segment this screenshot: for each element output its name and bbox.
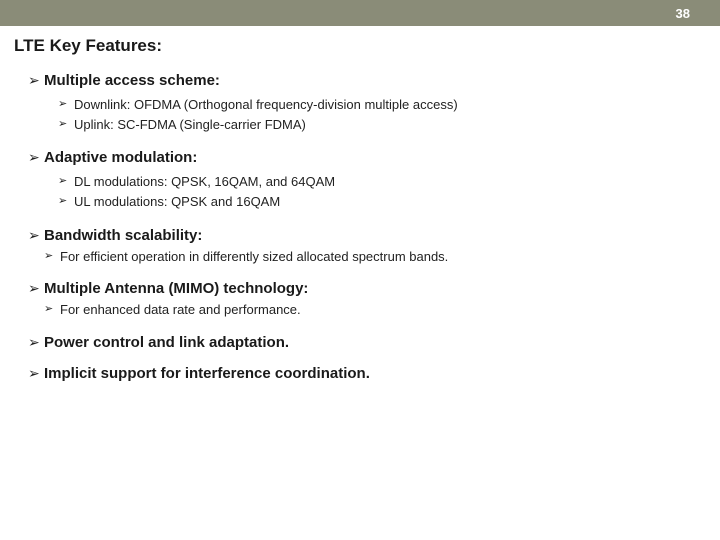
chevron-right-icon: ➢ (28, 227, 42, 244)
chevron-right-icon: ➢ (44, 301, 54, 320)
section-title: Implicit support for interference coordi… (44, 365, 370, 382)
section-title: Multiple access scheme: (44, 72, 220, 89)
item-text: Uplink: SC-FDMA (Single-carrier FDMA) (74, 115, 306, 135)
section-head: ➢ Multiple access scheme: (28, 72, 720, 89)
page-number: 38 (676, 6, 690, 21)
chevron-right-icon: ➢ (28, 365, 42, 382)
section-title: Adaptive modulation: (44, 149, 197, 166)
content-area: ➢ Multiple access scheme: ➢ Downlink: OF… (0, 56, 720, 382)
chevron-right-icon: ➢ (28, 149, 42, 166)
item-text: For efficient operation in differently s… (60, 248, 448, 267)
section-power-control: ➢ Power control and link adaptation. (28, 334, 720, 351)
item-text: UL modulations: QPSK and 16QAM (74, 192, 280, 212)
sublist: ➢ DL modulations: QPSK, 16QAM, and 64QAM… (28, 166, 720, 212)
chevron-right-icon: ➢ (44, 248, 54, 267)
chevron-right-icon: ➢ (28, 72, 42, 89)
chevron-right-icon: ➢ (58, 115, 68, 135)
section-head: ➢ Bandwidth scalability: (28, 227, 720, 244)
list-item: ➢ Uplink: SC-FDMA (Single-carrier FDMA) (58, 115, 720, 135)
item-text: DL modulations: QPSK, 16QAM, and 64QAM (74, 172, 335, 192)
section-title: Power control and link adaptation. (44, 334, 289, 351)
section-bandwidth-scalability: ➢ Bandwidth scalability: ➢ For efficient… (28, 227, 720, 267)
item-text: For enhanced data rate and performance. (60, 301, 301, 320)
section-head: ➢ Multiple Antenna (MIMO) technology: (28, 280, 720, 297)
section-head: ➢ Implicit support for interference coor… (28, 365, 720, 382)
section-mimo: ➢ Multiple Antenna (MIMO) technology: ➢ … (28, 280, 720, 320)
section-head: ➢ Power control and link adaptation. (28, 334, 720, 351)
slide-title: LTE Key Features: (14, 36, 162, 55)
chevron-right-icon: ➢ (28, 334, 42, 351)
sublist: ➢ For efficient operation in differently… (28, 244, 720, 267)
chevron-right-icon: ➢ (58, 192, 68, 212)
item-text: Downlink: OFDMA (Orthogonal frequency-di… (74, 95, 458, 115)
header-bar: 38 (0, 0, 720, 26)
section-title: Multiple Antenna (MIMO) technology: (44, 280, 308, 297)
list-item: ➢ Downlink: OFDMA (Orthogonal frequency-… (58, 95, 720, 115)
section-head: ➢ Adaptive modulation: (28, 149, 720, 166)
list-item: ➢ For enhanced data rate and performance… (44, 301, 720, 320)
list-item: ➢ For efficient operation in differently… (44, 248, 720, 267)
section-multiple-access: ➢ Multiple access scheme: ➢ Downlink: OF… (28, 72, 720, 135)
chevron-right-icon: ➢ (58, 95, 68, 115)
section-title: Bandwidth scalability: (44, 227, 202, 244)
title-row: LTE Key Features: (0, 26, 720, 56)
chevron-right-icon: ➢ (58, 172, 68, 192)
list-item: ➢ UL modulations: QPSK and 16QAM (58, 192, 720, 212)
sublist: ➢ For enhanced data rate and performance… (28, 297, 720, 320)
sublist: ➢ Downlink: OFDMA (Orthogonal frequency-… (28, 89, 720, 135)
section-adaptive-modulation: ➢ Adaptive modulation: ➢ DL modulations:… (28, 149, 720, 212)
chevron-right-icon: ➢ (28, 280, 42, 297)
list-item: ➢ DL modulations: QPSK, 16QAM, and 64QAM (58, 172, 720, 192)
section-implicit-support: ➢ Implicit support for interference coor… (28, 365, 720, 382)
